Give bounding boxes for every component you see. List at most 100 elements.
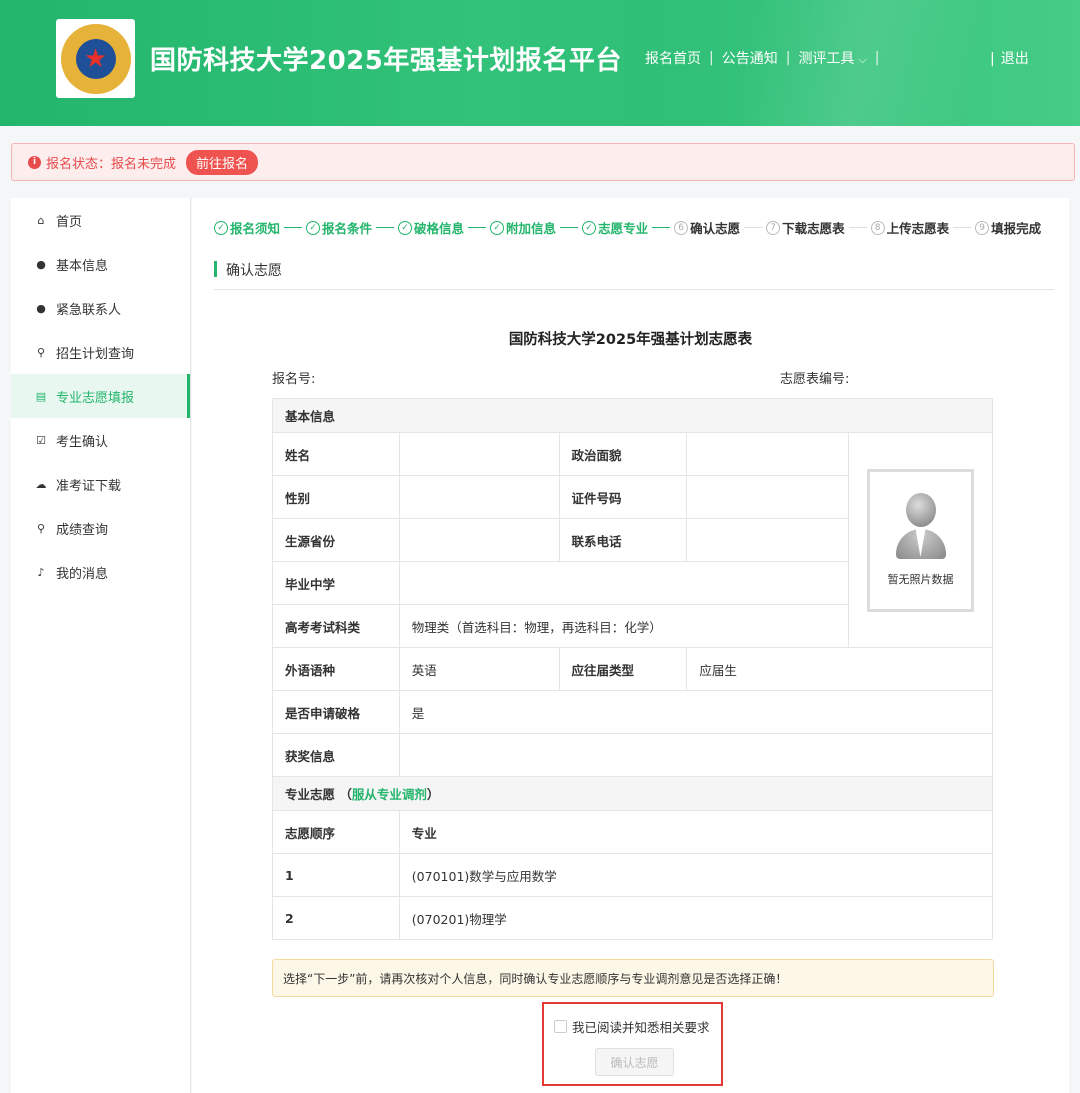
site-title: 国防科技大学2025年强基计划报名平台	[150, 46, 622, 76]
university-logo[interactable]: ★	[56, 19, 135, 98]
step-2[interactable]: ✓ 报名条件	[306, 218, 372, 237]
step-connector	[376, 227, 395, 228]
sidebar-item-admission-ticket[interactable]: ☁ 准考证下载	[11, 462, 190, 506]
step-label: 志愿专业	[598, 221, 649, 236]
form-icon: ▤	[35, 389, 47, 403]
major-order-2: 2	[272, 896, 400, 940]
agree-checkbox[interactable]	[554, 1020, 567, 1033]
home-icon: ⌂	[37, 213, 45, 227]
candidate-photo: 暂无照片数据	[867, 468, 974, 612]
step-7: 7 下载志愿表	[766, 218, 845, 237]
step-label: 附加信息	[506, 221, 557, 236]
confirm-highlight-box: 我已阅读并知悉相关要求 确认志愿	[542, 1002, 723, 1086]
nav-tools-label: 测评工具	[798, 51, 855, 67]
step-label: 报名条件	[322, 221, 373, 236]
exception-label: 是否申请破格	[272, 690, 400, 734]
progress-steps: ✓ 报名须知 ✓ 报名条件 ✓ 破格信息 ✓ 附加信息 ✓ 志愿专业 6 确认志愿 7 下载志…	[214, 218, 1041, 237]
photo-caption: 暂无照片数据	[887, 573, 954, 586]
sidebar-item-label: 首页	[56, 214, 83, 230]
sidebar-item-major-application[interactable]: ▤ 专业志愿填报	[11, 374, 190, 418]
step-number: 7	[766, 220, 781, 235]
name-label: 姓名	[272, 432, 400, 476]
step-check-icon: ✓	[214, 220, 228, 235]
step-1[interactable]: ✓ 报名须知	[214, 218, 280, 237]
step-6: 6 确认志愿	[674, 218, 740, 237]
step-5[interactable]: ✓ 志愿专业	[582, 218, 648, 237]
step-number: 8	[870, 220, 885, 235]
info-icon: i	[28, 155, 41, 169]
section-accent-bar	[214, 261, 217, 277]
nav-tools-dropdown[interactable]: 测评工具 ⌵	[798, 48, 866, 68]
sidebar-item-candidate-confirm[interactable]: ☑ 考生确认	[11, 418, 190, 462]
step-3[interactable]: ✓ 破格信息	[398, 218, 464, 237]
step-label: 填报完成	[991, 221, 1042, 236]
major-column-header: 专业	[398, 810, 994, 854]
exception-value: 是	[398, 690, 994, 734]
search-icon: ⚲	[36, 521, 46, 535]
major-header-suffix: ）	[426, 787, 440, 802]
obey-adjustment-text: 服从专业调剂	[351, 787, 427, 802]
school-label: 毕业中学	[272, 561, 400, 605]
sidebar-item-score-query[interactable]: ⚲ 成绩查询	[11, 506, 190, 550]
section-title: 确认志愿	[226, 263, 282, 279]
exam-subject-value: 物理类（首选科目：物理，再选科目：化学）	[398, 604, 850, 648]
step-check-icon: ✓	[582, 220, 597, 235]
sidebar-item-emergency-contact[interactable]: ● 紧急联系人	[11, 286, 190, 330]
logout-area: | 退出	[990, 48, 1029, 68]
nav-separator: |	[785, 50, 791, 66]
phone-label: 联系电话	[558, 518, 688, 562]
step-connector	[652, 227, 671, 228]
confirm-choice-button[interactable]: 确认志愿	[595, 1048, 674, 1076]
sidebar: ⌂ 首页 ● 基本信息 ● 紧急联系人 ⚲ 招生计划查询 ▤ 专业志愿填报 ☑ 考生确认 ☁…	[11, 198, 191, 1093]
major-name-2: (070201)物理学	[398, 896, 994, 940]
major-header-prefix: 专业志愿 （	[285, 787, 352, 802]
form-number-label: 志愿表编号:	[780, 372, 850, 387]
go-register-button[interactable]: 前往报名	[186, 149, 259, 175]
major-order-1: 1	[272, 853, 400, 897]
step-connector	[953, 227, 972, 228]
step-label: 下载志愿表	[782, 221, 845, 236]
sidebar-item-label: 招生计划查询	[56, 346, 135, 362]
nav-home-link[interactable]: 报名首页	[645, 48, 701, 68]
sidebar-item-plan-query[interactable]: ⚲ 招生计划查询	[11, 330, 190, 374]
registration-number-label: 报名号:	[272, 372, 316, 387]
order-column-header: 志愿顺序	[272, 810, 400, 854]
check-square-icon: ☑	[36, 433, 46, 447]
logout-link[interactable]: 退出	[1001, 51, 1029, 67]
gender-label: 性别	[272, 475, 400, 519]
step-4[interactable]: ✓ 附加信息	[490, 218, 556, 237]
step-connector	[560, 227, 579, 228]
search-icon: ⚲	[36, 345, 46, 359]
name-value	[398, 432, 560, 476]
status-text: 报名状态：报名未完成	[46, 156, 177, 172]
bell-icon: ♪	[37, 565, 45, 579]
political-value	[686, 432, 849, 476]
step-8: 8 上传志愿表	[870, 218, 950, 237]
step-number: 6	[674, 220, 689, 235]
step-label: 确认志愿	[690, 221, 741, 236]
nav-separator: |	[874, 50, 880, 66]
notice-banner: 选择“下一步”前，请再次核对个人信息，同时确认专业志愿顺序与专业调剂意见是否选择…	[272, 959, 994, 997]
sidebar-item-label: 专业志愿填报	[56, 390, 135, 406]
step-check-icon: ✓	[306, 220, 321, 235]
step-label: 破格信息	[414, 221, 465, 236]
sidebar-item-messages[interactable]: ♪ 我的消息	[11, 550, 190, 594]
exam-subject-label: 高考考试科类	[272, 604, 400, 648]
nav-notice-link[interactable]: 公告通知	[722, 48, 778, 68]
phone-value	[686, 518, 849, 562]
award-value	[398, 733, 994, 777]
award-label: 获奖信息	[272, 733, 400, 777]
table-section-header: 基本信息	[272, 398, 993, 433]
step-number: 9	[975, 220, 990, 235]
sidebar-item-label: 紧急联系人	[56, 302, 122, 318]
step-label: 上传志愿表	[886, 221, 950, 236]
sidebar-item-home[interactable]: ⌂ 首页	[11, 198, 190, 242]
province-value	[398, 518, 560, 562]
agree-checkbox-row[interactable]: 我已阅读并知悉相关要求	[554, 1017, 710, 1036]
major-section-header: 专业志愿 （服从专业调剂）	[272, 776, 993, 811]
basic-info-table: 基本信息 姓名 政治面貌 暂无照片数据 性别 证件号码 生源省份 联系电话 毕业…	[272, 398, 994, 940]
grad-type-value: 应届生	[686, 647, 993, 691]
agree-label: 我已阅读并知悉相关要求	[572, 1020, 710, 1035]
nav-separator: |	[709, 50, 714, 66]
sidebar-item-basic-info[interactable]: ● 基本信息	[11, 242, 190, 286]
